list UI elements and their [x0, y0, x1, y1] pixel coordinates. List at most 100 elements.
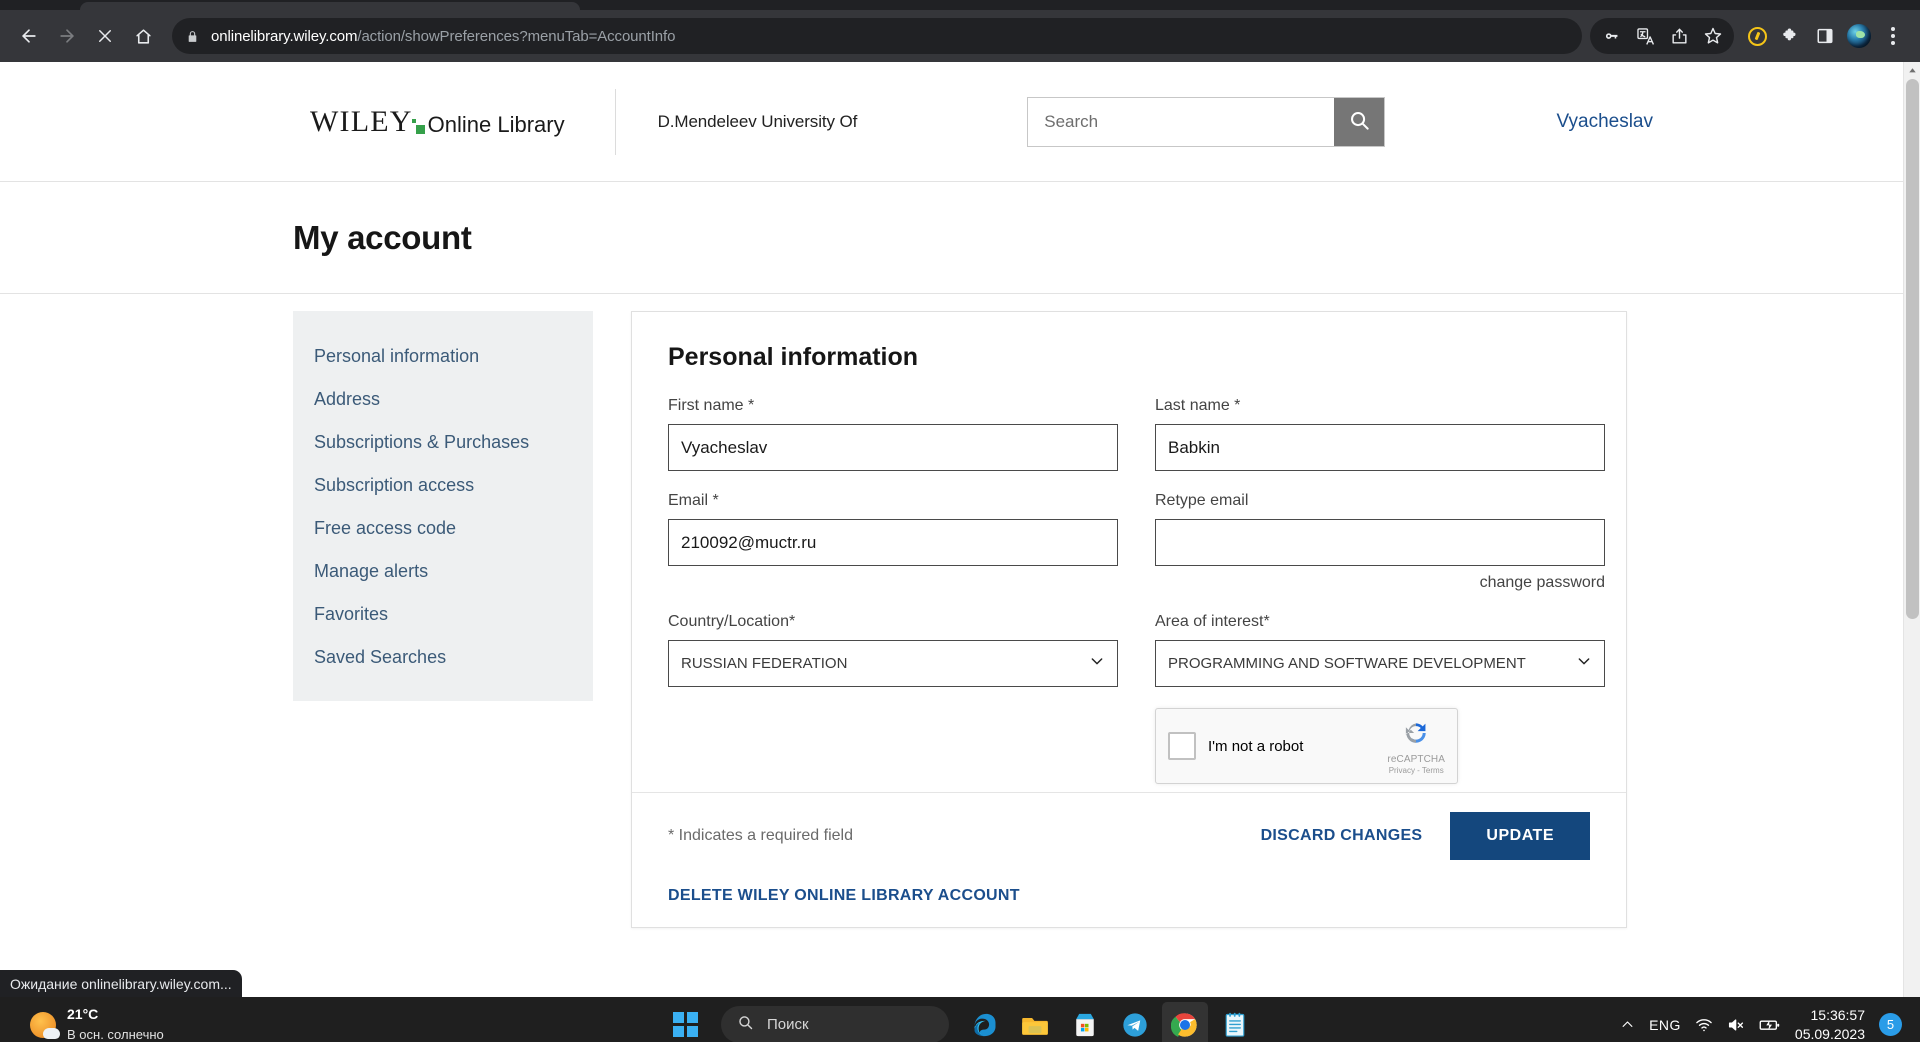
- language-indicator[interactable]: ENG: [1649, 1017, 1681, 1033]
- card-footer: * Indicates a required field DISCARD CHA…: [632, 792, 1626, 860]
- chevron-down-icon: [1089, 653, 1105, 674]
- email-input[interactable]: [681, 532, 1105, 553]
- captcha-spacer: [668, 708, 1155, 784]
- sidebar-item-favorites[interactable]: Favorites: [293, 593, 593, 636]
- side-panel-icon[interactable]: [1808, 19, 1842, 53]
- institution-name: D.Mendeleev University Of: [657, 111, 858, 131]
- retype-email-label: Retype email: [1155, 492, 1249, 509]
- browser-tabstrip[interactable]: [0, 0, 1920, 10]
- sidebar-item-free-access-code[interactable]: Free access code: [293, 507, 593, 550]
- sidebar-item-personal-information[interactable]: Personal information: [293, 335, 593, 378]
- extension-yellow-icon[interactable]: [1740, 19, 1774, 53]
- country-selected-value: RUSSIAN FEDERATION: [681, 655, 848, 672]
- search-input[interactable]: [1028, 97, 1335, 146]
- browser-tab[interactable]: [80, 2, 580, 10]
- browser-toolbar: onlinelibrary.wiley.com/action/showPrefe…: [0, 10, 1920, 62]
- retype-email-input[interactable]: [1168, 532, 1592, 553]
- volume-muted-icon[interactable]: [1727, 1016, 1745, 1034]
- recaptcha-widget[interactable]: I'm not a robot reCAPTCHA Privacy - Term…: [1155, 708, 1458, 784]
- address-bar[interactable]: onlinelibrary.wiley.com/action/showPrefe…: [172, 18, 1582, 54]
- account-sidebar: Personal information Address Subscriptio…: [293, 311, 593, 701]
- scrollbar-thumb[interactable]: [1906, 79, 1919, 619]
- microsoft-store-icon[interactable]: [1062, 1002, 1108, 1042]
- translate-icon[interactable]: [1628, 19, 1662, 53]
- sidebar-item-saved-searches[interactable]: Saved Searches: [293, 636, 593, 679]
- recaptcha-label: I'm not a robot: [1208, 737, 1304, 755]
- windows-taskbar: 21°C В осн. солнечно Поиск ENG 15:36:57 …: [0, 997, 1920, 1042]
- card-body: Personal information First name * Last n…: [632, 312, 1626, 784]
- wiley-green-square-icon: [411, 118, 425, 134]
- recaptcha-brand-text: reCAPTCHA: [1387, 753, 1445, 765]
- required-field-note: * Indicates a required field: [668, 827, 853, 844]
- retype-email-control[interactable]: [1155, 519, 1605, 566]
- profile-avatar-icon[interactable]: [1842, 19, 1876, 53]
- last-name-input[interactable]: [1168, 437, 1592, 458]
- recaptcha-logo-icon: [1401, 718, 1431, 753]
- sidebar-item-subscription-access[interactable]: Subscription access: [293, 464, 593, 507]
- chrome-icon[interactable]: [1162, 1001, 1208, 1042]
- online-library-wordmark: Online Library: [427, 112, 565, 138]
- lock-icon: [186, 30, 199, 43]
- bookmark-star-icon[interactable]: [1696, 19, 1730, 53]
- chevron-down-icon: [1576, 653, 1592, 674]
- notification-badge[interactable]: 5: [1879, 1013, 1902, 1036]
- battery-charging-icon[interactable]: [1759, 1016, 1781, 1034]
- taskbar-search[interactable]: Поиск: [721, 1006, 949, 1042]
- recaptcha-links[interactable]: Privacy - Terms: [1389, 766, 1444, 775]
- notepad-icon[interactable]: [1212, 1002, 1258, 1042]
- wifi-icon[interactable]: [1695, 1016, 1713, 1034]
- name-row: First name * Last name *: [668, 397, 1605, 471]
- delete-account-link[interactable]: DELETE WILEY ONLINE LIBRARY ACCOUNT: [632, 860, 1626, 927]
- telegram-icon[interactable]: [1112, 1002, 1158, 1042]
- password-key-icon[interactable]: [1594, 19, 1628, 53]
- site-search: [1027, 96, 1386, 147]
- personal-information-card: Personal information First name * Last n…: [631, 311, 1627, 928]
- area-of-interest-select[interactable]: PROGRAMMING AND SOFTWARE DEVELOPMENT: [1155, 640, 1605, 687]
- stop-loading-button[interactable]: [86, 17, 124, 55]
- page-viewport: WILEY Online Library D.Mendeleev Univers…: [0, 62, 1920, 997]
- wiley-logo[interactable]: WILEY Online Library: [310, 106, 565, 138]
- recaptcha-checkbox[interactable]: [1168, 732, 1196, 760]
- page-scrollbar[interactable]: [1903, 62, 1920, 997]
- edge-icon[interactable]: [962, 1002, 1008, 1042]
- browser-chrome: onlinelibrary.wiley.com/action/showPrefe…: [0, 0, 1920, 62]
- extensions-puzzle-icon[interactable]: [1774, 19, 1808, 53]
- last-name-label: Last name *: [1155, 397, 1241, 414]
- share-icon[interactable]: [1662, 19, 1696, 53]
- first-name-input[interactable]: [681, 437, 1105, 458]
- omnibox-action-icons: [1590, 18, 1734, 54]
- sidebar-item-address[interactable]: Address: [293, 378, 593, 421]
- file-explorer-icon[interactable]: [1012, 1002, 1058, 1042]
- taskbar-search-placeholder: Поиск: [767, 1016, 809, 1033]
- weather-widget[interactable]: 21°C В осн. солнечно: [0, 1005, 164, 1042]
- search-button[interactable]: [1334, 97, 1385, 146]
- sidebar-item-manage-alerts[interactable]: Manage alerts: [293, 550, 593, 593]
- email-field: Email *: [668, 492, 1118, 592]
- first-name-control[interactable]: [668, 424, 1118, 471]
- home-button[interactable]: [124, 17, 162, 55]
- change-password-link[interactable]: change password: [1155, 574, 1605, 592]
- first-name-field: First name *: [668, 397, 1118, 471]
- scroll-up-arrow-icon[interactable]: [1904, 62, 1920, 79]
- last-name-control[interactable]: [1155, 424, 1605, 471]
- country-field: Country/Location* RUSSIAN FEDERATION: [668, 613, 1118, 687]
- taskbar-clock[interactable]: 15:36:57 05.09.2023: [1795, 1006, 1865, 1042]
- email-control[interactable]: [668, 519, 1118, 566]
- email-label: Email *: [668, 492, 719, 509]
- url-path: /action/showPreferences?menuTab=AccountI…: [357, 27, 676, 45]
- update-button[interactable]: UPDATE: [1450, 812, 1590, 860]
- area-selected-value: PROGRAMMING AND SOFTWARE DEVELOPMENT: [1168, 655, 1526, 672]
- email-row: Email * Retype email change password: [668, 492, 1605, 592]
- chevron-up-icon[interactable]: [1620, 1017, 1635, 1032]
- discard-changes-button[interactable]: DISCARD CHANGES: [1261, 827, 1423, 845]
- page-title: My account: [293, 218, 472, 256]
- country-select[interactable]: RUSSIAN FEDERATION: [668, 640, 1118, 687]
- windows-start-icon[interactable]: [662, 1002, 708, 1042]
- browser-extension-icons: [1740, 19, 1910, 53]
- chrome-menu-icon[interactable]: [1876, 19, 1910, 53]
- weather-description: В осн. солнечно: [67, 1026, 164, 1042]
- back-button[interactable]: [10, 17, 48, 55]
- sidebar-item-subscriptions-purchases[interactable]: Subscriptions & Purchases: [293, 421, 593, 464]
- user-account-link[interactable]: Vyacheslav: [1557, 111, 1653, 133]
- forward-button[interactable]: [48, 17, 86, 55]
